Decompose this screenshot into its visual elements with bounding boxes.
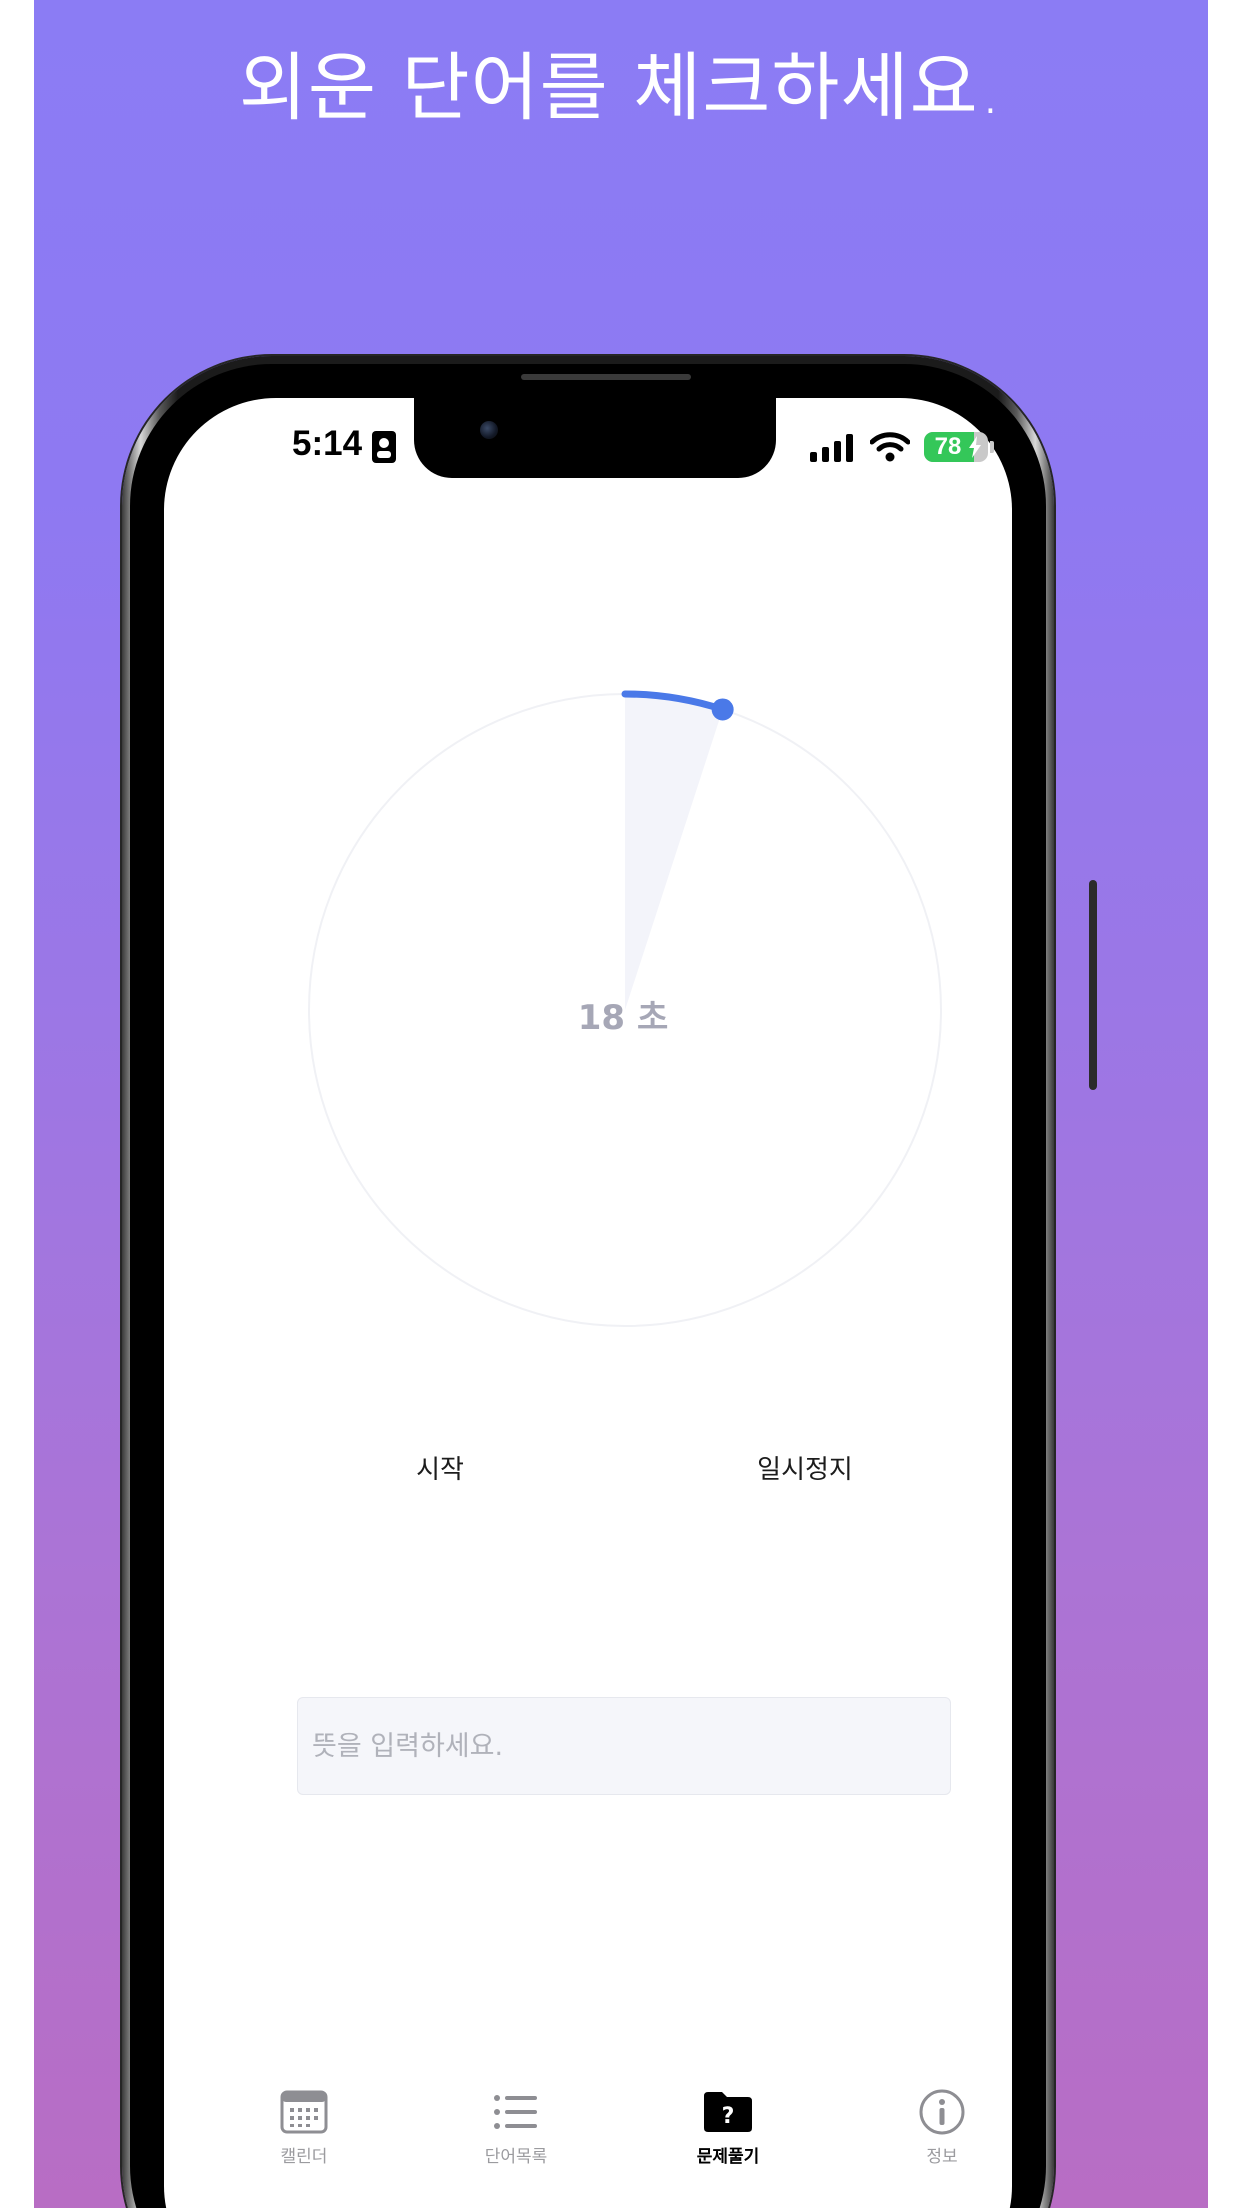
speaker-grille bbox=[521, 374, 691, 380]
tab-quiz[interactable]: ? 문제풀기 bbox=[648, 2074, 808, 2174]
timer-seconds: 18 bbox=[577, 998, 626, 1038]
tab-info-label: 정보 bbox=[926, 2147, 958, 2167]
timer-unit: 초 bbox=[636, 998, 669, 1038]
timer-remaining-label: 18 초 bbox=[523, 990, 723, 1039]
battery-cap bbox=[990, 441, 994, 453]
meaning-input[interactable] bbox=[297, 1697, 951, 1795]
cellular-signal-icon bbox=[810, 434, 853, 462]
timer-progress-knob[interactable] bbox=[711, 698, 734, 721]
tab-word-list-label: 단어목록 bbox=[484, 2147, 548, 2167]
front-camera bbox=[480, 421, 498, 439]
pause-button[interactable]: 일시정지 bbox=[740, 1448, 870, 1492]
battery-indicator: 78 bbox=[924, 432, 988, 462]
svg-text:?: ? bbox=[722, 2104, 735, 2129]
screenshot-frame: 외운 단어를 체크하세요. 5:14 78 18 초 시작 일시정지 뜻을 입력… bbox=[0, 0, 1242, 2208]
calendar-icon bbox=[280, 2090, 328, 2134]
start-button[interactable]: 시작 bbox=[390, 1448, 490, 1492]
notch bbox=[414, 396, 776, 478]
promo-headline: 외운 단어를 체크하세요. bbox=[238, 45, 1004, 131]
question-folder-icon: ? bbox=[704, 2092, 752, 2132]
status-time: 5:14 bbox=[292, 424, 363, 463]
tab-word-list[interactable]: 단어목록 bbox=[436, 2074, 596, 2174]
tab-calendar[interactable]: 캘린더 bbox=[224, 2074, 384, 2174]
battery-percent: 78 bbox=[934, 433, 962, 460]
tab-info[interactable]: 정보 bbox=[862, 2074, 1022, 2174]
info-icon bbox=[919, 2089, 965, 2135]
tab-quiz-label: 문제풀기 bbox=[696, 2147, 760, 2167]
timer-elapsed-sector bbox=[625, 694, 723, 1010]
power-button bbox=[1089, 880, 1097, 1090]
list-icon bbox=[494, 2095, 537, 2129]
tab-calendar-label: 캘린더 bbox=[280, 2147, 328, 2167]
wifi-icon bbox=[870, 432, 910, 462]
id-card-icon bbox=[372, 431, 396, 463]
charging-bolt-icon bbox=[969, 436, 981, 458]
